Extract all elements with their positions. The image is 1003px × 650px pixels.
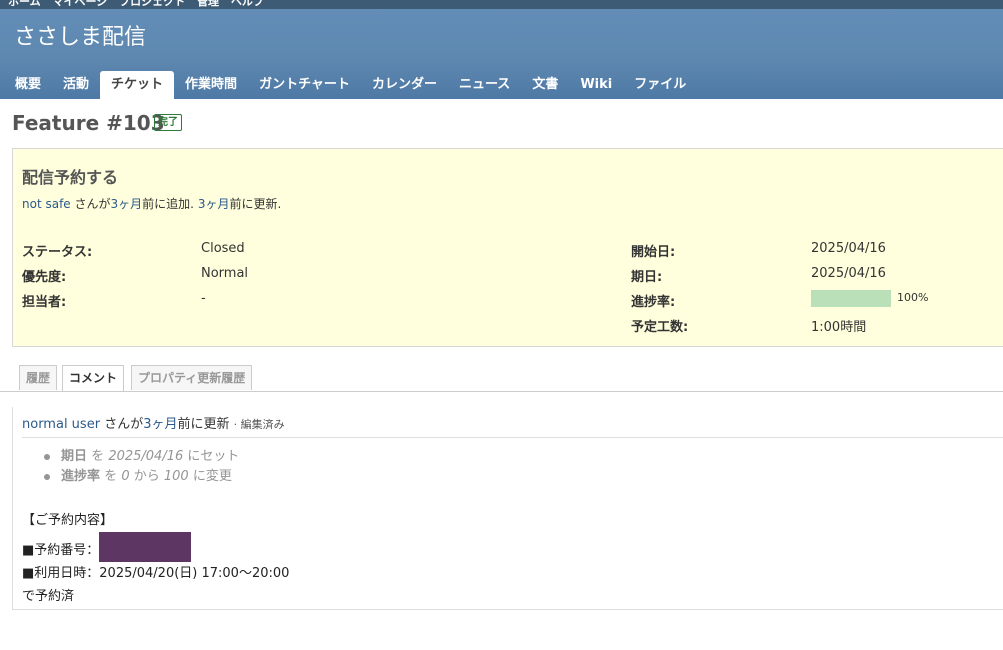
main-menu: 概要 活動 チケット 作業時間 ガントチャート カレンダー ニュース 文書 Wi… [4,71,697,99]
journal-user-suffix: さんが [104,417,144,432]
tab-issues[interactable]: チケット [100,71,175,99]
author-link[interactable]: not safe [22,197,71,211]
journal-entry: normal user さんが3ヶ月前に更新 · 編集済み 期日 を 2025/… [12,407,1003,610]
due-date-label: 期日: [631,270,663,285]
journal-header: normal user さんが3ヶ月前に更新 · 編集済み [22,413,1003,438]
history-tabs: 履歴 コメント プロパティ更新履歴 [0,365,1003,392]
reservation-number-label: ■予約番号： [22,543,100,558]
detail-field: 期日 [61,449,88,464]
detail-new-value: 100 [163,469,189,484]
tab-wiki[interactable]: Wiki [569,71,623,99]
detail-progress: 進捗率 を 0 から 100 に変更 [43,467,239,487]
tab-documents[interactable]: 文書 [521,71,569,99]
added-suffix: 前に追加. [142,197,194,211]
notes-line-4: で予約済 [22,589,75,604]
tab-property-changes[interactable]: プロパティ更新履歴 [131,365,253,390]
progress-value: 100% [897,291,929,304]
issue-subject: 配信予約する [22,168,119,187]
issue-details-box: 配信予約する not safe さんが3ヶ月前に追加. 3ヶ月前に更新. ステー… [12,148,1003,347]
journal-user-link[interactable]: normal user [22,417,100,432]
top-menu-help[interactable]: ヘルプ [231,0,264,8]
assignee-label: 担当者: [22,295,67,310]
notes-line-3: ■利用日時：2025/04/20(日) 17:00〜20:00 [22,566,290,581]
start-date-label: 開始日: [631,245,676,260]
journal-edited: · 編集済み [233,418,285,431]
tab-calendar[interactable]: カレンダー [361,71,448,99]
status-label: ステータス: [22,245,93,260]
tab-overview[interactable]: 概要 [4,71,52,99]
due-date-value: 2025/04/16 [811,266,886,281]
tab-time-entries[interactable]: 作業時間 [174,71,248,99]
notes-line-2: ■予約番号： [22,532,289,562]
detail-text: を [104,469,118,484]
top-menu-admin[interactable]: 管理 [197,0,219,8]
journal-ago-link[interactable]: 3ヶ月 [143,417,177,432]
status-badge: 完了 [154,114,182,131]
top-menu-mypage[interactable]: マイページ [53,0,108,8]
author-line: not safe さんが3ヶ月前に追加. 3ヶ月前に更新. [22,195,281,212]
tab-comments[interactable]: コメント [62,365,125,391]
updated-ago-link[interactable]: 3ヶ月 [198,197,230,211]
tab-gantt[interactable]: ガントチャート [248,71,361,99]
detail-value: 2025/04/16 [108,449,184,464]
updated-suffix: 前に更新. [229,197,282,211]
assignee-value: - [201,291,206,306]
detail-text: から [133,469,160,484]
detail-text: を [91,449,105,464]
added-text: さんが [74,197,111,211]
tab-news[interactable]: ニュース [448,71,521,99]
progress-bar [811,290,891,307]
top-menu-projects[interactable]: プロジェクト [119,0,185,8]
progress-fill [811,290,891,307]
status-value: Closed [201,241,245,256]
journal-ago-suffix: 前に更新 [177,417,230,432]
estimated-hours-label: 予定工数: [631,320,689,335]
issue-title: Feature #103 [12,111,165,135]
redacted-block [99,532,192,562]
header: ささしま配信 概要 活動 チケット 作業時間 ガントチャート カレンダー ニュー… [0,9,1003,99]
detail-text: にセット [187,449,240,464]
detail-field: 進捗率 [61,469,101,484]
top-menu-home[interactable]: ホーム [8,0,41,8]
added-ago-link[interactable]: 3ヶ月 [111,197,143,211]
detail-text: に変更 [192,469,232,484]
priority-value: Normal [201,266,249,281]
top-menu: ホーム マイページ プロジェクト 管理 ヘルプ [0,0,1003,9]
priority-label: 優先度: [22,270,67,285]
tab-files[interactable]: ファイル [623,71,697,99]
progress-label: 進捗率: [631,295,676,310]
detail-old-value: 0 [121,469,130,484]
start-date-value: 2025/04/16 [811,241,886,256]
tab-activity[interactable]: 活動 [52,71,100,99]
journal-notes: 【ご予約内容】 ■予約番号： ■利用日時：2025/04/20(日) 17:00… [22,509,289,608]
tab-history[interactable]: 履歴 [19,365,58,390]
journal-details: 期日 を 2025/04/16 にセット 進捗率 を 0 から 100 に変更 [43,447,239,487]
project-title: ささしま配信 [14,25,147,50]
notes-line-1: 【ご予約内容】 [22,513,114,528]
detail-due-date: 期日 を 2025/04/16 にセット [43,447,239,467]
estimated-hours-value: 1:00時間 [811,320,867,335]
